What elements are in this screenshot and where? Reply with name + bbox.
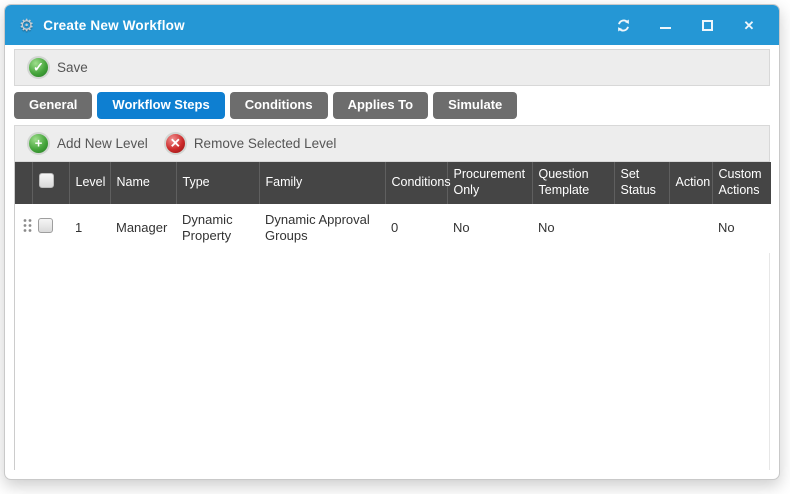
maximize-icon [702, 20, 713, 31]
dialog-content: ✓ Save General Workflow Steps Conditions… [5, 45, 779, 479]
table-row: 1 Manager Dynamic Property Dynamic Appro… [15, 204, 771, 254]
column-header-procurement-only: Procurement Only [447, 162, 532, 203]
drag-column-header [15, 162, 32, 203]
column-header-set-status: Set Status [614, 162, 669, 203]
cell-type: Dynamic Property [176, 204, 259, 254]
add-new-level-button[interactable]: + Add New Level [23, 130, 152, 157]
workflow-steps-table: Level Name Type Family Conditions Procur… [15, 162, 771, 253]
workflow-steps-grid: Level Name Type Family Conditions Procur… [14, 162, 770, 470]
refresh-icon [616, 18, 631, 33]
column-header-question-template: Question Template [532, 162, 614, 203]
row-drag-cell [15, 204, 32, 254]
gear-icon: ⚙ [19, 17, 34, 34]
tab-bar: General Workflow Steps Conditions Applie… [14, 92, 770, 119]
cell-question-template: No [532, 204, 614, 254]
refresh-button[interactable] [615, 17, 631, 33]
cell-procurement-only: No [447, 204, 532, 254]
tab-general[interactable]: General [14, 92, 92, 119]
column-header-custom-actions: Custom Actions [712, 162, 771, 203]
remove-icon: ✕ [164, 132, 187, 155]
save-check-icon: ✓ [27, 56, 50, 79]
add-new-level-label: Add New Level [57, 136, 148, 151]
remove-selected-level-label: Remove Selected Level [194, 136, 337, 151]
cell-custom-actions: No [712, 204, 771, 254]
column-header-family: Family [259, 162, 385, 203]
minimize-button[interactable] [657, 17, 673, 33]
add-icon: + [27, 132, 50, 155]
column-header-conditions: Conditions [385, 162, 447, 203]
level-toolbar: + Add New Level ✕ Remove Selected Level [14, 125, 770, 162]
cell-family: Dynamic Approval Groups [259, 204, 385, 254]
save-toolbar: ✓ Save [14, 49, 770, 86]
tab-workflow-steps[interactable]: Workflow Steps [97, 92, 224, 119]
save-label: Save [57, 60, 88, 75]
tab-conditions[interactable]: Conditions [230, 92, 328, 119]
close-icon: ✕ [744, 19, 755, 32]
select-all-column-header [32, 162, 69, 203]
select-all-checkbox[interactable] [39, 173, 54, 188]
title-bar: ⚙ Create New Workflow ✕ [5, 5, 779, 45]
remove-selected-level-button[interactable]: ✕ Remove Selected Level [160, 130, 341, 157]
tab-simulate[interactable]: Simulate [433, 92, 517, 119]
window-controls: ✕ [615, 17, 765, 33]
tab-applies-to[interactable]: Applies To [333, 92, 428, 119]
cell-name: Manager [110, 204, 176, 254]
maximize-button[interactable] [699, 17, 715, 33]
column-header-level: Level [69, 162, 110, 203]
cell-conditions: 0 [385, 204, 447, 254]
cell-action [669, 204, 712, 254]
column-header-action: Action [669, 162, 712, 203]
column-header-name: Name [110, 162, 176, 203]
window-title: Create New Workflow [43, 18, 185, 33]
row-select-cell [32, 204, 69, 254]
grid-header-row: Level Name Type Family Conditions Procur… [15, 162, 771, 203]
column-header-type: Type [176, 162, 259, 203]
save-button[interactable]: ✓ Save [23, 54, 92, 81]
cell-set-status [614, 204, 669, 254]
close-button[interactable]: ✕ [741, 17, 757, 33]
row-checkbox[interactable] [38, 218, 53, 233]
cell-level: 1 [69, 204, 110, 254]
create-workflow-dialog: ⚙ Create New Workflow ✕ ✓ Save [4, 4, 780, 480]
drag-handle-icon[interactable] [21, 218, 32, 233]
minimize-icon [660, 27, 671, 29]
